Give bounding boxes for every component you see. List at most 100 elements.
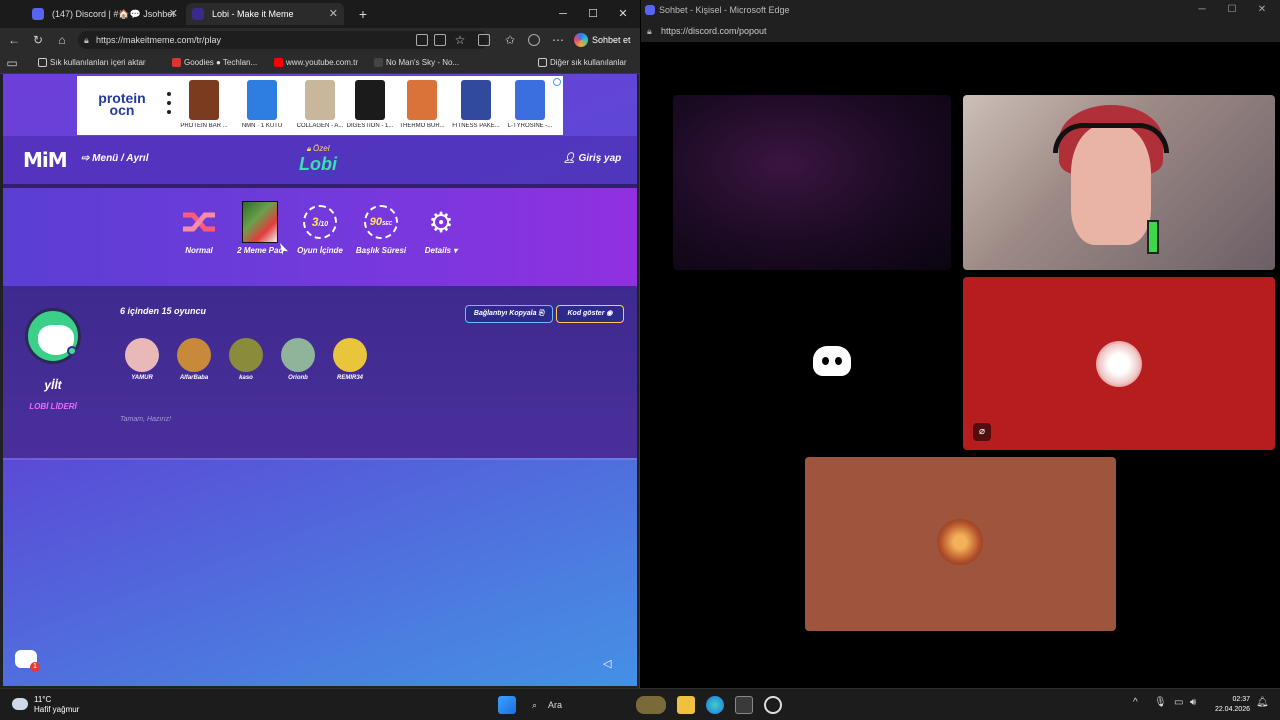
ad-product-caption: COLLAGEN - A... <box>296 123 344 129</box>
edge-icon[interactable] <box>706 696 724 714</box>
sidebar-toggle-icon[interactable]: ▭ <box>4 55 20 71</box>
maximize-icon[interactable]: ☐ <box>578 0 608 28</box>
bookmark-youtube[interactable]: www.youtube.com.tr <box>272 52 358 74</box>
sohbet-button[interactable]: Sohbet et <box>574 32 631 48</box>
folder-icon <box>538 58 547 67</box>
obs-icon[interactable] <box>764 696 782 714</box>
minimize-icon[interactable]: ─ <box>1187 0 1217 20</box>
address-bar-row: ← ↻ ⌂ 🔒︎ https://makeitmeme.com/tr/play … <box>0 28 640 52</box>
player-name: Orionb <box>288 375 308 381</box>
file-explorer-icon[interactable] <box>677 696 695 714</box>
player-avatar <box>125 338 159 372</box>
timer-setting[interactable]: 90SEC Başlık Süresi <box>351 204 411 255</box>
ad-product-caption: FITNESS PAKE... <box>452 123 500 129</box>
host-role: LOBİ LİDERİ <box>29 402 77 411</box>
link-icon: ⎘ <box>538 310 545 317</box>
reader-icon[interactable] <box>416 34 428 46</box>
ad-product[interactable]: L-TYROSINE -... <box>503 80 557 135</box>
folder-icon <box>38 58 47 67</box>
windows-start-icon[interactable] <box>498 696 516 714</box>
tab-discord[interactable]: (147) Discord | #🏠💬 Jsohbet ✕ <box>26 3 184 25</box>
video-tile-discord-default[interactable] <box>673 277 951 450</box>
shuffle-icon <box>181 204 217 240</box>
search-highlight-icon[interactable] <box>636 696 666 714</box>
volume-icon[interactable]: 🔊︎ <box>1190 697 1196 708</box>
ad-product-caption: DIGESTION - 1... <box>346 123 394 129</box>
ad-product-caption: NMN · 1 KUTU <box>241 123 283 129</box>
site-logo[interactable]: MiM <box>23 148 68 172</box>
favorite-star-icon[interactable]: ☆ <box>452 32 468 48</box>
bookmark-import[interactable]: Sık kullanılanları içeri aktar <box>36 52 146 74</box>
network-icon[interactable]: ▭ <box>1174 697 1183 708</box>
popout-address-bar: 🔒︎ https://discord.com/popout <box>641 20 1280 42</box>
video-tile-red[interactable]: ⌀ <box>963 277 1275 450</box>
fire-avatar <box>937 519 983 565</box>
ad-product[interactable]: THERMO BUR... <box>395 80 449 135</box>
video-tile-brown[interactable] <box>805 457 1116 631</box>
player-avatar <box>333 338 367 372</box>
microphone-icon[interactable]: 🎙︎ <box>1154 697 1167 708</box>
store-icon[interactable] <box>735 696 753 714</box>
mode-setting[interactable]: Normal <box>169 204 229 255</box>
ad-product[interactable]: PROTEIN BAR ... <box>177 80 231 135</box>
mim-favicon-icon <box>192 8 204 20</box>
copy-link-button[interactable]: Bağlantıyı Kopyala ⎘ <box>465 305 553 323</box>
speaker-icon[interactable]: ◁ <box>603 657 615 670</box>
close-window-icon[interactable]: ✕ <box>1247 0 1277 20</box>
player-name: AlfarBaba <box>179 375 209 381</box>
mic-muted-icon: ⌀ <box>973 423 991 441</box>
maximize-icon[interactable]: ☐ <box>1217 0 1247 20</box>
player-slot: YAMUR <box>122 338 162 381</box>
player-slot: REMIR34 <box>330 338 370 381</box>
extensions-icon[interactable] <box>478 34 490 46</box>
energy-drink-can <box>1147 220 1159 254</box>
tray-chevron-up-icon[interactable]: ^ <box>1133 697 1138 708</box>
login-button[interactable]: 👤︎ Giriş yap <box>563 153 621 164</box>
ad-info-icon[interactable] <box>553 78 561 86</box>
details-setting[interactable]: ⚙ Details ▾ <box>411 204 471 256</box>
translate-icon[interactable] <box>434 34 446 46</box>
minimize-icon[interactable]: ─ <box>548 0 578 28</box>
favorites-icon[interactable]: ✩ <box>502 32 518 48</box>
more-menu-icon[interactable]: ⋯ <box>550 32 566 48</box>
ad-product-image <box>407 80 437 120</box>
player-count: 6 içinden 15 oyuncu <box>120 306 207 316</box>
ad-brand: protein ocn <box>98 90 146 118</box>
close-window-icon[interactable]: ✕ <box>608 0 638 28</box>
ad-product[interactable]: FITNESS PAKE... <box>449 80 503 135</box>
ad-product[interactable]: DIGESTION - 1... <box>343 80 397 135</box>
notification-bell-icon[interactable]: 🔔︎ <box>1256 697 1269 708</box>
video-tile-dark-room[interactable] <box>673 95 951 270</box>
new-tab-button[interactable]: + <box>348 0 378 28</box>
weather-widget[interactable]: 11°C Hafif yağmur <box>34 695 79 715</box>
system-clock[interactable]: 02:37 22.04.2026 <box>1206 695 1250 715</box>
popout-url: https://discord.com/popout <box>661 26 767 36</box>
rounds-setting[interactable]: 3/10 Oyun İçinde <box>290 204 350 255</box>
ad-product[interactable]: NMN · 1 KUTU <box>235 80 289 135</box>
ad-product[interactable]: COLLAGEN - A... <box>293 80 347 135</box>
home-icon[interactable]: ⌂ <box>54 32 70 48</box>
other-favorites[interactable]: Diğer sık kullanılanlar <box>536 52 626 74</box>
refresh-icon[interactable]: ↻ <box>30 32 46 48</box>
close-tab-icon[interactable]: ✕ <box>329 3 338 25</box>
show-code-button[interactable]: Kod göster ◉ <box>556 305 624 323</box>
mode-label: Normal <box>185 246 213 255</box>
edge-title-bar: Sohbet - Kişisel - Microsoft Edge ─ ☐ ✕ <box>641 0 1280 20</box>
profile-icon[interactable] <box>528 34 540 46</box>
online-status-icon <box>67 346 77 356</box>
bookmark-no-mans-sky[interactable]: No Man's Sky - No... <box>372 52 459 74</box>
back-icon[interactable]: ← <box>6 32 22 48</box>
ad-banner[interactable]: protein ocn PROTEIN BAR ... NMN · 1 KUTU C… <box>77 76 563 135</box>
video-tile-streamer[interactable] <box>963 95 1275 270</box>
menu-leave-button[interactable]: ⇨ Menü / Ayrıl <box>81 153 148 164</box>
lock-icon: 🔒︎ <box>84 35 89 45</box>
bookmark-goodies[interactable]: Goodies ● Techlan... <box>170 52 257 74</box>
discord-popout-window: Sohbet - Kişisel - Microsoft Edge ─ ☐ ✕ … <box>641 0 1280 688</box>
cloud-icon[interactable] <box>12 698 28 710</box>
url-text: https://makeitmeme.com/tr/play <box>96 35 222 45</box>
close-tab-icon[interactable]: ✕ <box>169 3 178 25</box>
window-title: Sohbet - Kişisel - Microsoft Edge <box>659 5 790 15</box>
ad-product-image <box>305 80 335 120</box>
tab-make-it-meme[interactable]: Lobi - Make it Meme ✕ <box>186 3 344 25</box>
copilot-icon <box>574 33 588 47</box>
